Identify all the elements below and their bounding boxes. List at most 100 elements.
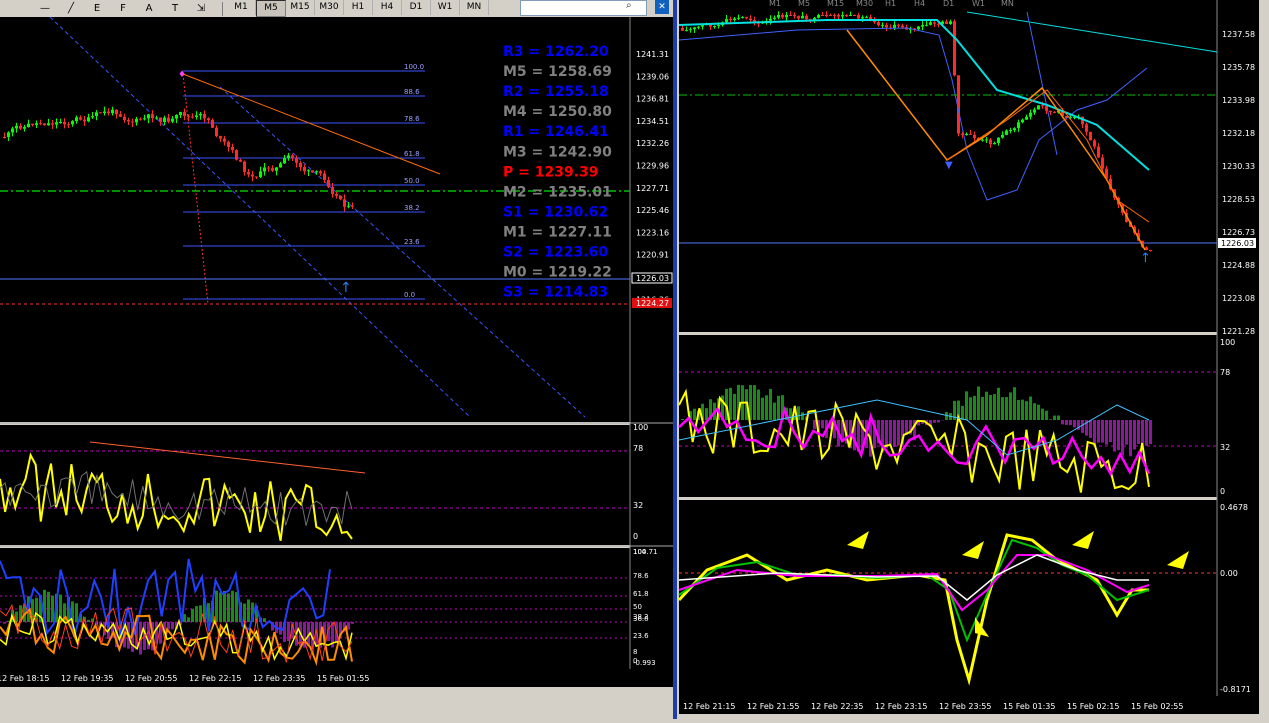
histogram-bar bbox=[227, 593, 230, 622]
right-histogram-bar bbox=[1109, 420, 1112, 442]
right-candle-body bbox=[1005, 130, 1008, 134]
right-histogram-bar bbox=[1009, 392, 1012, 420]
fibo-tool-icon[interactable]: E bbox=[88, 1, 106, 16]
candle-body bbox=[299, 163, 302, 167]
price-axis-label: 1229.96 bbox=[636, 162, 669, 171]
right-candle-body bbox=[773, 18, 776, 19]
label-tool-icon[interactable]: T bbox=[166, 1, 184, 16]
drawing-tools: — ╱ EFAT ⇲ bbox=[36, 1, 218, 16]
right-histogram-bar bbox=[757, 390, 760, 420]
right-macd-axis-label: 0.4678 bbox=[1220, 503, 1248, 512]
right-timeframe-m5: M5 bbox=[798, 0, 810, 8]
oscillator-axis-label: 61.8 bbox=[633, 590, 649, 598]
right-time-axis-label: 12 Feb 21:15 bbox=[683, 702, 735, 711]
right-histogram-bar bbox=[1073, 420, 1076, 427]
right-candle-body bbox=[921, 25, 924, 27]
time-axis-label: 12 Feb 19:35 bbox=[61, 674, 113, 683]
candle-body bbox=[143, 118, 146, 119]
right-timeframe-mn: MN bbox=[1001, 0, 1014, 8]
right-time-axis-label: 15 Feb 02:15 bbox=[1067, 702, 1119, 711]
timeframe-m30[interactable]: M30 bbox=[315, 0, 344, 15]
time-axis-label: 12 Feb 23:35 bbox=[253, 674, 305, 683]
hline-tool-icon[interactable]: — bbox=[36, 1, 54, 16]
right-candle-body bbox=[885, 25, 888, 28]
fib-level-label: 0.0 bbox=[404, 291, 415, 299]
right-candle-body bbox=[1041, 105, 1044, 106]
right-candle-body bbox=[805, 16, 808, 19]
candle-body bbox=[127, 120, 130, 121]
timeframe-w1[interactable]: W1 bbox=[431, 0, 460, 15]
histogram-bar bbox=[231, 591, 234, 622]
candle-body bbox=[39, 123, 42, 124]
text-tool-icon[interactable]: A bbox=[140, 1, 158, 16]
timeframe-m1[interactable]: M1 bbox=[227, 0, 256, 15]
candle-body bbox=[35, 123, 38, 125]
search-icon[interactable]: ⌕ bbox=[626, 0, 632, 11]
close-icon[interactable]: ✕ bbox=[655, 0, 669, 14]
candle-body bbox=[203, 114, 206, 118]
right-histogram-bar bbox=[1089, 420, 1092, 438]
right-histogram-bar bbox=[1137, 420, 1140, 444]
candle-body bbox=[11, 128, 14, 132]
timeframe-d1[interactable]: D1 bbox=[402, 0, 431, 15]
candle-body bbox=[183, 112, 186, 116]
histogram-bar bbox=[263, 618, 266, 622]
right-histogram-bar bbox=[965, 391, 968, 420]
candle-body bbox=[27, 124, 30, 127]
right-candle-body bbox=[1025, 117, 1028, 120]
right-candle-body bbox=[701, 25, 704, 26]
right-histogram-bar bbox=[1141, 420, 1144, 444]
timeframe-mn[interactable]: MN bbox=[460, 0, 489, 15]
right-candle-body bbox=[929, 22, 932, 25]
timeframe-m5[interactable]: M5 bbox=[256, 0, 286, 17]
price-axis-label: 1223.16 bbox=[636, 228, 669, 237]
oscillator-axis-label: 78.6 bbox=[633, 572, 649, 580]
timeframe-h4[interactable]: H4 bbox=[373, 0, 402, 15]
right-candle-body bbox=[949, 21, 952, 24]
candle-body bbox=[115, 110, 118, 115]
right-macd-axis-label: -0.8171 bbox=[1220, 685, 1251, 694]
right-candle-body bbox=[685, 30, 688, 31]
right-candle-body bbox=[945, 22, 948, 24]
histogram-bar bbox=[75, 603, 78, 622]
right-price-axis-label: 1233.98 bbox=[1222, 96, 1255, 105]
right-candle-body bbox=[877, 22, 880, 25]
right-candle-body bbox=[1085, 124, 1088, 132]
candle-body bbox=[147, 114, 150, 118]
right-candle-body bbox=[693, 27, 696, 29]
right-histogram-bar bbox=[1125, 420, 1128, 445]
right-histogram-bar bbox=[1037, 405, 1040, 420]
candle-body bbox=[55, 122, 58, 124]
candle-body bbox=[19, 126, 22, 129]
candle-body bbox=[139, 119, 142, 120]
candle-body bbox=[339, 196, 342, 200]
left-chart-window[interactable]: 1241.311239.061236.811234.511232.261229.… bbox=[0, 17, 675, 719]
right-histogram-bar bbox=[1013, 387, 1016, 420]
candle-body bbox=[191, 117, 194, 118]
right-signal-marker-icon: ▼ bbox=[945, 160, 953, 171]
right-candle-body bbox=[781, 15, 784, 17]
timeframe-h1[interactable]: H1 bbox=[344, 0, 373, 15]
pivot-label: R2 = 1255.18 bbox=[503, 84, 609, 100]
trendline-tool-icon[interactable]: ╱ bbox=[62, 1, 80, 16]
oscillator-axis-label: 8 bbox=[633, 648, 637, 656]
right-histogram-bar bbox=[1061, 420, 1064, 424]
right-histogram-bar bbox=[973, 396, 976, 420]
candle-body bbox=[311, 170, 314, 172]
right-candle-body bbox=[741, 17, 744, 18]
right-chart-window[interactable]: M1M5M15M30H1H4D1W1MN1237.581235.781233.9… bbox=[677, 0, 1269, 719]
candle-body bbox=[195, 115, 198, 117]
right-candle-body bbox=[1033, 109, 1036, 112]
fibo-fan-tool-icon[interactable]: F bbox=[114, 1, 132, 16]
right-candle-body bbox=[861, 17, 864, 18]
candle-body bbox=[119, 114, 122, 117]
right-histogram-bar bbox=[773, 403, 776, 420]
oscillator-axis-label: 50 bbox=[633, 603, 642, 611]
histogram-bar bbox=[51, 596, 54, 622]
timeframe-m15[interactable]: M15 bbox=[286, 0, 315, 15]
arrow-tool-icon[interactable]: ⇲ bbox=[192, 1, 210, 16]
candle-body bbox=[347, 206, 350, 207]
right-candle-body bbox=[953, 21, 956, 75]
right-candle-body bbox=[917, 27, 920, 30]
right-candle-body bbox=[853, 15, 856, 16]
